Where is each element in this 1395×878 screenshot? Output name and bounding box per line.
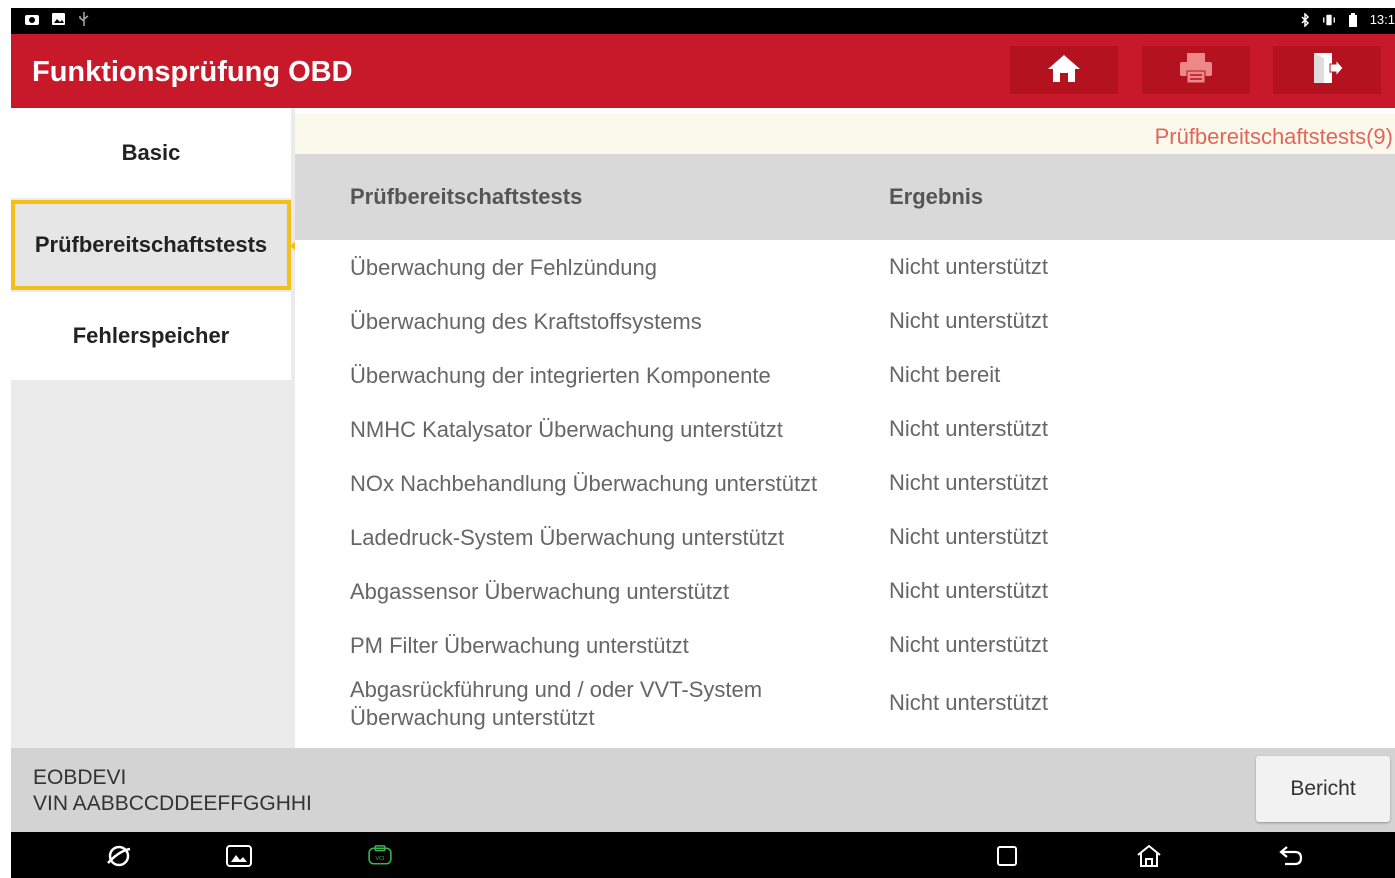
home-icon bbox=[1047, 53, 1081, 88]
vibrate-icon bbox=[1322, 13, 1336, 27]
report-button[interactable]: Bericht bbox=[1256, 756, 1390, 822]
column-header-result: Ergebnis bbox=[889, 184, 984, 209]
recent-apps-icon[interactable] bbox=[993, 842, 1021, 870]
printer-icon bbox=[1179, 52, 1213, 89]
row-test: Abgasrückführung und / oder VVT-System Ü… bbox=[350, 677, 763, 730]
sidebar-item-fehlerspeicher[interactable]: Fehlerspeicher bbox=[11, 292, 291, 380]
row-result: Nicht unterstützt bbox=[889, 416, 1048, 441]
navigation-bar: VCI bbox=[11, 832, 1395, 878]
test-count: Prüfbereitschaftstests(9) bbox=[1154, 124, 1393, 149]
usb-icon bbox=[77, 12, 91, 26]
table-header: Prüfbereitschaftstests Ergebnis bbox=[295, 154, 1395, 240]
footer-protocol: EOBDEVI bbox=[33, 766, 127, 789]
browser-icon[interactable] bbox=[105, 842, 133, 870]
row-result: Nicht unterstützt bbox=[889, 632, 1048, 657]
svg-text:VCI: VCI bbox=[375, 856, 385, 862]
back-icon[interactable] bbox=[1277, 842, 1305, 870]
home-nav-icon[interactable] bbox=[1135, 842, 1163, 870]
row-test: NMHC Katalysator Überwachung unterstützt bbox=[350, 417, 783, 442]
gallery-icon[interactable] bbox=[225, 842, 253, 870]
exit-button[interactable] bbox=[1273, 46, 1381, 94]
table-row: Überwachung der Fehlzündung Nicht unters… bbox=[295, 240, 1395, 294]
exit-icon bbox=[1310, 52, 1344, 89]
table-row: Abgasrückführung und / oder VVT-System Ü… bbox=[295, 672, 1395, 738]
notice-bar: Prüfbereitschaftstests(9) bbox=[295, 114, 1395, 154]
row-result: Nicht unterstützt bbox=[889, 690, 1048, 715]
camera-icon bbox=[25, 12, 39, 26]
sidebar-item-pruefbereitschaftstests[interactable]: Prüfbereitschaftstests bbox=[11, 200, 291, 290]
screen: 13:1 Funktionsprüfung OBD Basic Prüfbere… bbox=[0, 0, 1395, 878]
page-title: Funktionsprüfung OBD bbox=[32, 56, 353, 88]
row-test: Überwachung des Kraftstoffsystems bbox=[350, 309, 702, 334]
row-test: Abgassensor Überwachung unterstützt bbox=[350, 579, 730, 604]
table-row: Überwachung des Kraftstoffsystems Nicht … bbox=[295, 294, 1395, 348]
row-result: Nicht bereit bbox=[889, 362, 1001, 387]
row-result: Nicht unterstützt bbox=[889, 524, 1048, 549]
table-row: Abgassensor Überwachung unterstützt Nich… bbox=[295, 564, 1395, 618]
table-row: NMHC Katalysator Überwachung unterstützt… bbox=[295, 402, 1395, 456]
clock: 13:1 bbox=[1369, 12, 1395, 27]
row-test: Ladedruck-System Überwachung unterstützt bbox=[350, 525, 785, 550]
app-header: Funktionsprüfung OBD bbox=[11, 34, 1395, 108]
sidebar: Basic Prüfbereitschaftstests Fehlerspeic… bbox=[11, 108, 295, 748]
table-row: Überwachung der integrierten Komponente … bbox=[295, 348, 1395, 402]
battery-icon bbox=[1346, 12, 1360, 27]
footer-bar: EOBDEVI VIN AABBCCDDEEFFGGHHI Bericht bbox=[11, 748, 1395, 832]
row-result: Nicht unterstützt bbox=[889, 254, 1048, 279]
main-content: Prüfbereitschaftstests(9) Prüfbereitscha… bbox=[295, 108, 1395, 748]
row-test: Überwachung der integrierten Komponente bbox=[350, 363, 771, 388]
table-row: NOx Nachbehandlung Überwachung unterstüt… bbox=[295, 456, 1395, 510]
vci-icon[interactable]: VCI bbox=[366, 842, 394, 870]
print-button[interactable] bbox=[1142, 46, 1250, 94]
table-row: PM Filter Überwachung unterstützt Nicht … bbox=[295, 618, 1395, 672]
status-bar: 13:1 bbox=[11, 8, 1395, 34]
footer-vin: VIN AABBCCDDEEFFGGHHI bbox=[33, 792, 312, 815]
row-test: PM Filter Überwachung unterstützt bbox=[350, 633, 689, 658]
row-result: Nicht unterstützt bbox=[889, 308, 1048, 333]
row-result: Nicht unterstützt bbox=[889, 578, 1048, 603]
table-row: Ladedruck-System Überwachung unterstützt… bbox=[295, 510, 1395, 564]
sidebar-item-basic[interactable]: Basic bbox=[11, 108, 291, 198]
row-test: NOx Nachbehandlung Überwachung unterstüt… bbox=[350, 471, 818, 496]
column-header-test: Prüfbereitschaftstests bbox=[350, 184, 583, 209]
row-result: Nicht unterstützt bbox=[889, 470, 1048, 495]
bluetooth-icon bbox=[1298, 12, 1312, 27]
home-button[interactable] bbox=[1010, 46, 1118, 94]
row-test: Überwachung der Fehlzündung bbox=[350, 255, 657, 280]
image-icon bbox=[51, 12, 65, 26]
